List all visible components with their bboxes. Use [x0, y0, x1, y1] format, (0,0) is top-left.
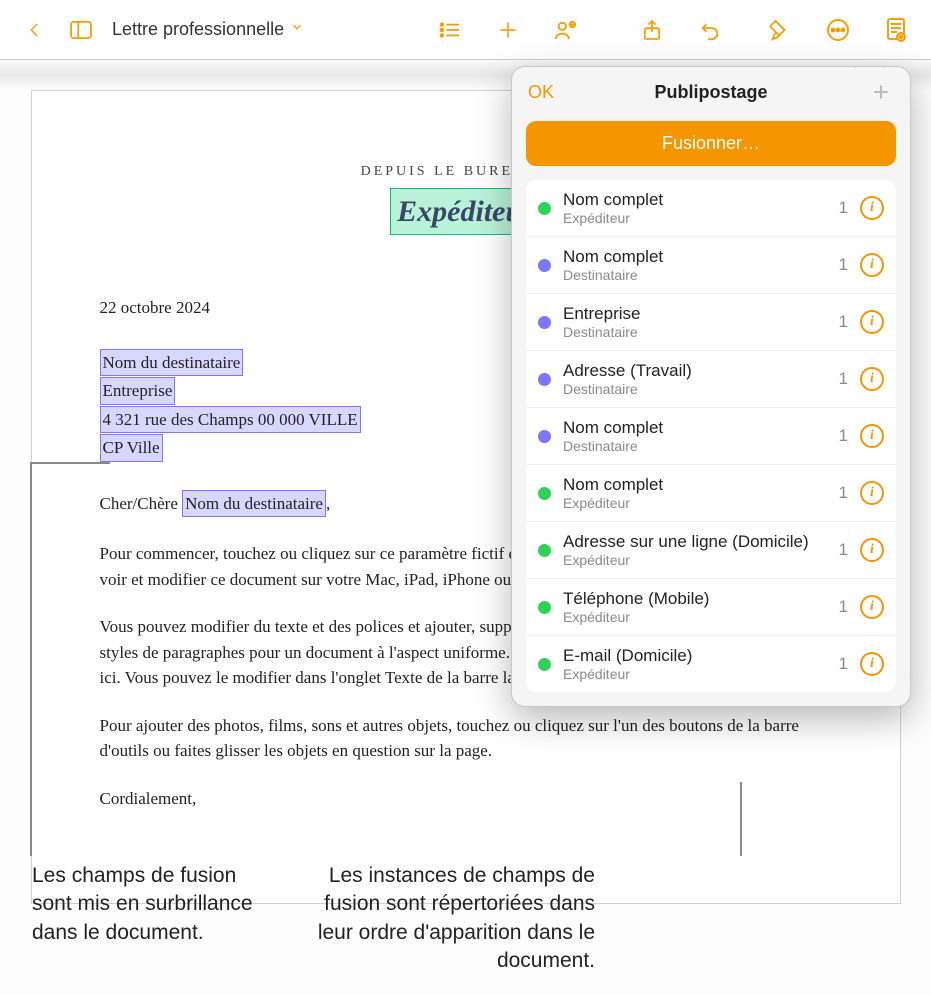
merge-button[interactable]: Fusionner… — [526, 121, 896, 166]
field-subtitle: Expéditeur — [563, 609, 827, 625]
field-subtitle: Expéditeur — [563, 666, 827, 682]
field-text: Téléphone (Mobile)Expéditeur — [563, 589, 827, 625]
mail-merge-popover: OK Publipostage Fusionner… Nom completEx… — [511, 66, 911, 707]
undo-button[interactable] — [691, 11, 729, 49]
insert-button[interactable] — [489, 11, 527, 49]
field-count: 1 — [839, 597, 848, 617]
popover-title: Publipostage — [512, 82, 910, 103]
popover-header: OK Publipostage — [512, 67, 910, 113]
field-list: Nom completExpéditeur1iNom completDestin… — [526, 180, 896, 692]
field-text: Nom completExpéditeur — [563, 190, 827, 226]
field-row[interactable]: Téléphone (Mobile)Expéditeur 1i — [526, 579, 896, 636]
field-text: Nom completExpéditeur — [563, 475, 827, 511]
document-title-block[interactable]: Lettre professionnelle — [112, 19, 304, 40]
info-icon[interactable]: i — [860, 253, 884, 277]
field-name: Adresse sur une ligne (Domicile) — [563, 532, 827, 552]
field-row[interactable]: EntrepriseDestinataire 1i — [526, 294, 896, 351]
info-icon[interactable]: i — [860, 196, 884, 220]
merge-field-recipient-name-2[interactable]: Nom du destinataire — [182, 490, 326, 518]
share-button[interactable] — [633, 11, 671, 49]
back-button[interactable] — [16, 11, 54, 49]
recipient-dot-icon — [538, 259, 551, 272]
field-row[interactable]: Adresse sur une ligne (Domicile)Expédite… — [526, 522, 896, 579]
info-icon[interactable]: i — [860, 652, 884, 676]
field-row[interactable]: Nom completExpéditeur 1i — [526, 180, 896, 237]
chevron-down-icon — [290, 20, 304, 39]
document-options-icon[interactable] — [877, 11, 915, 49]
field-text: Nom completDestinataire — [563, 418, 827, 454]
field-text: EntrepriseDestinataire — [563, 304, 827, 340]
merge-field-recipient-name[interactable]: Nom du destinataire — [100, 349, 244, 377]
greeting-prefix: Cher/Chère — [100, 494, 183, 513]
field-count: 1 — [839, 369, 848, 389]
collaborate-icon[interactable] — [547, 11, 585, 49]
add-field-button[interactable] — [868, 79, 894, 105]
recipient-dot-icon — [538, 430, 551, 443]
callout-right: Les instances de champs de fusion sont r… — [285, 862, 595, 975]
field-name: Nom complet — [563, 418, 827, 438]
field-text: E-mail (Domicile)Expéditeur — [563, 646, 827, 682]
field-count: 1 — [839, 312, 848, 332]
recipient-dot-icon — [538, 316, 551, 329]
info-icon[interactable]: i — [860, 595, 884, 619]
field-name: Nom complet — [563, 247, 827, 267]
recipient-dot-icon — [538, 373, 551, 386]
field-subtitle: Expéditeur — [563, 210, 827, 226]
callout-line-left-v — [30, 462, 32, 856]
field-subtitle: Destinataire — [563, 324, 827, 340]
field-name: Entreprise — [563, 304, 827, 324]
field-subtitle: Expéditeur — [563, 495, 827, 511]
field-count: 1 — [839, 255, 848, 275]
field-subtitle: Expéditeur — [563, 552, 827, 568]
field-name: Adresse (Travail) — [563, 361, 827, 381]
outline-icon[interactable] — [431, 11, 469, 49]
sender-dot-icon — [538, 658, 551, 671]
field-subtitle: Destinataire — [563, 438, 827, 454]
field-row[interactable]: Adresse (Travail)Destinataire 1i — [526, 351, 896, 408]
field-name: Nom complet — [563, 190, 827, 210]
sender-dot-icon — [538, 202, 551, 215]
field-name: Téléphone (Mobile) — [563, 589, 827, 609]
field-row[interactable]: Nom completExpéditeur 1i — [526, 465, 896, 522]
field-subtitle: Destinataire — [563, 267, 827, 283]
field-row[interactable]: Nom completDestinataire 1i — [526, 408, 896, 465]
callout-line-left-h — [30, 462, 110, 464]
info-icon[interactable]: i — [860, 367, 884, 391]
field-count: 1 — [839, 198, 848, 218]
document-title: Lettre professionnelle — [112, 19, 284, 40]
closing: Cordialement, — [100, 786, 832, 812]
field-count: 1 — [839, 654, 848, 674]
merge-field-company[interactable]: Entreprise — [100, 377, 176, 405]
sidebar-toggle-icon[interactable] — [62, 11, 100, 49]
callout-left: Les champs de fusion sont mis en surbril… — [32, 862, 262, 947]
ok-button[interactable]: OK — [528, 82, 554, 103]
field-text: Adresse (Travail)Destinataire — [563, 361, 827, 397]
field-name: E-mail (Domicile) — [563, 646, 827, 666]
more-button[interactable] — [819, 11, 857, 49]
field-row[interactable]: Nom completDestinataire 1i — [526, 237, 896, 294]
field-count: 1 — [839, 540, 848, 560]
callout-line-right-v — [740, 782, 742, 856]
field-count: 1 — [839, 426, 848, 446]
info-icon[interactable]: i — [860, 538, 884, 562]
field-name: Nom complet — [563, 475, 827, 495]
field-text: Adresse sur une ligne (Domicile)Expédite… — [563, 532, 827, 568]
sender-dot-icon — [538, 487, 551, 500]
field-count: 1 — [839, 483, 848, 503]
format-brush-icon[interactable] — [761, 11, 799, 49]
field-subtitle: Destinataire — [563, 381, 827, 397]
info-icon[interactable]: i — [860, 424, 884, 448]
sender-dot-icon — [538, 544, 551, 557]
paragraph-3: Pour ajouter des photos, films, sons et … — [100, 713, 832, 764]
toolbar: Lettre professionnelle — [0, 0, 931, 60]
field-row[interactable]: E-mail (Domicile)Expéditeur 1i — [526, 636, 896, 692]
info-icon[interactable]: i — [860, 481, 884, 505]
merge-field-address[interactable]: 4 321 rue des Champs 00 000 VILLE — [100, 406, 361, 434]
field-text: Nom completDestinataire — [563, 247, 827, 283]
sender-dot-icon — [538, 601, 551, 614]
merge-field-city[interactable]: CP Ville — [100, 434, 163, 462]
info-icon[interactable]: i — [860, 310, 884, 334]
